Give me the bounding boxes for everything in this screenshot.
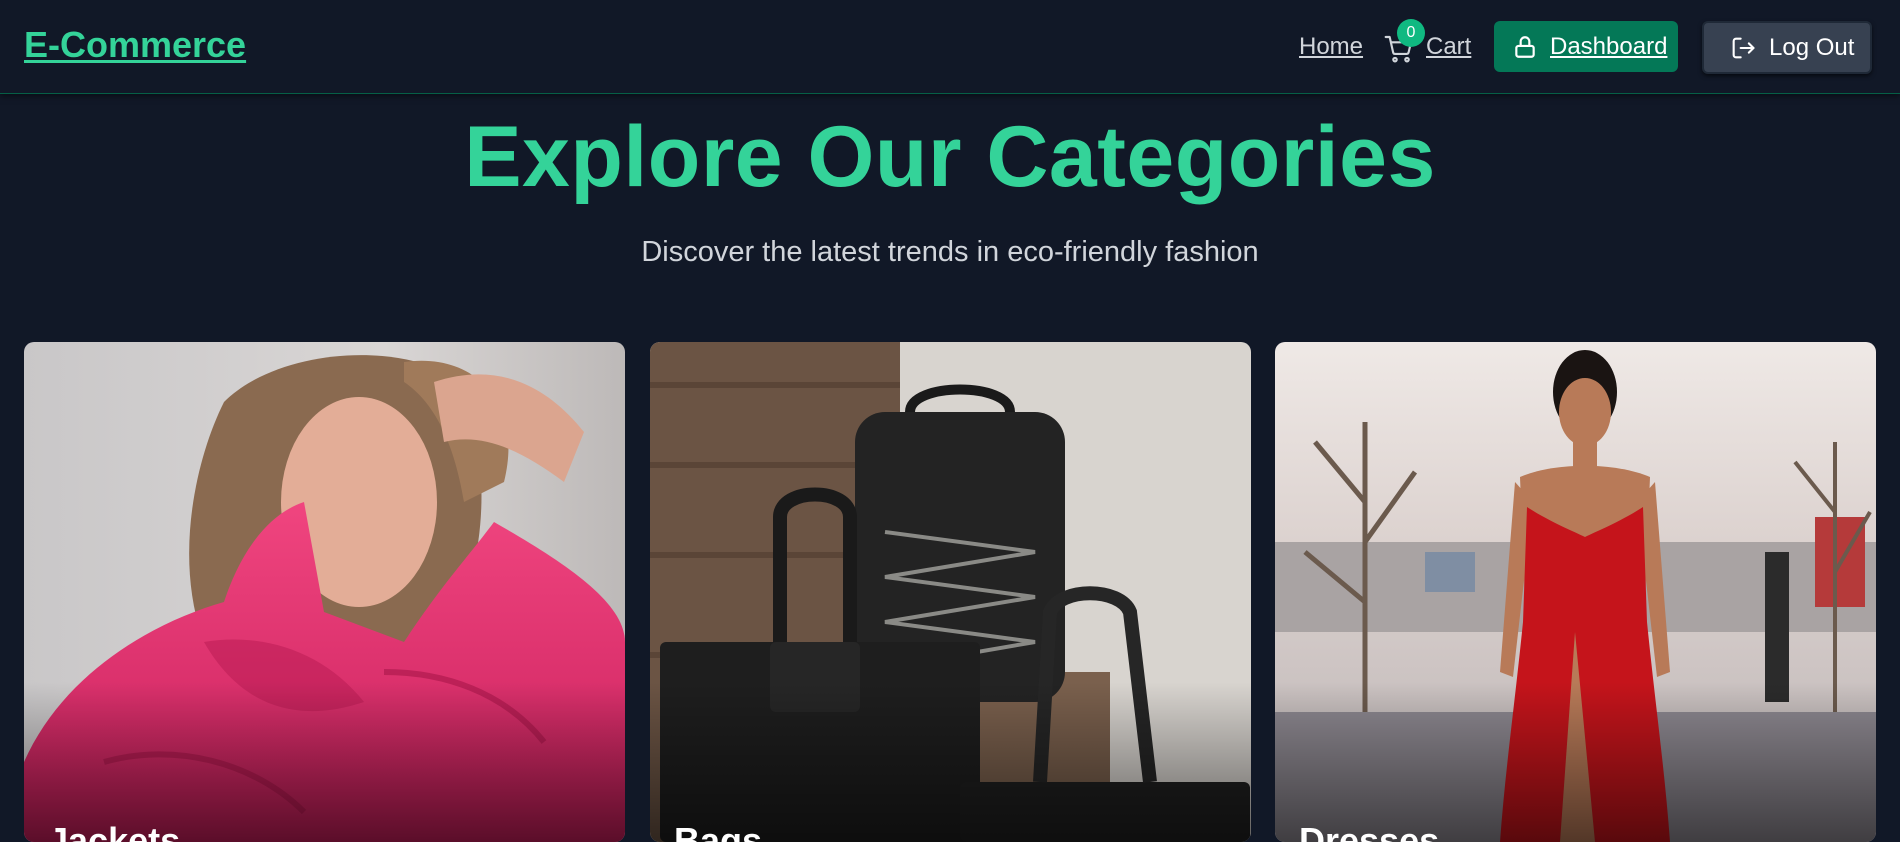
category-label-dresses: Dresses [1299,820,1440,842]
lock-icon [1515,35,1535,58]
cart-count-badge: 0 [1397,19,1425,47]
main-nav: Home 0 Cart Dashboard Log Out [0,19,1900,74]
logout-icon [1732,37,1755,58]
site-header: E-Commerce Home 0 Cart Dashboard Log Out [0,0,1900,94]
logout-label: Log Out [1769,33,1855,61]
card-overlay [1275,682,1876,842]
cart-label: Cart [1426,33,1472,60]
dashboard-button[interactable]: Dashboard [1494,21,1678,72]
logout-button[interactable]: Log Out [1702,21,1872,74]
category-card-bags[interactable]: Bags [650,342,1251,842]
nav-home-link[interactable]: Home [1299,33,1363,61]
page-subtitle: Discover the latest trends in eco-friend… [641,236,1259,268]
category-card-dresses[interactable]: Dresses [1275,342,1876,842]
category-label-jackets: Jackets [48,820,181,842]
nav-cart-link[interactable]: 0 Cart [1383,19,1473,73]
category-label-bags: Bags [674,820,763,842]
card-overlay [24,682,625,842]
card-overlay [650,682,1251,842]
page-title: Explore Our Categories [464,109,1436,205]
category-card-jackets[interactable]: Jackets [24,342,625,842]
dashboard-label: Dashboard [1550,32,1668,60]
